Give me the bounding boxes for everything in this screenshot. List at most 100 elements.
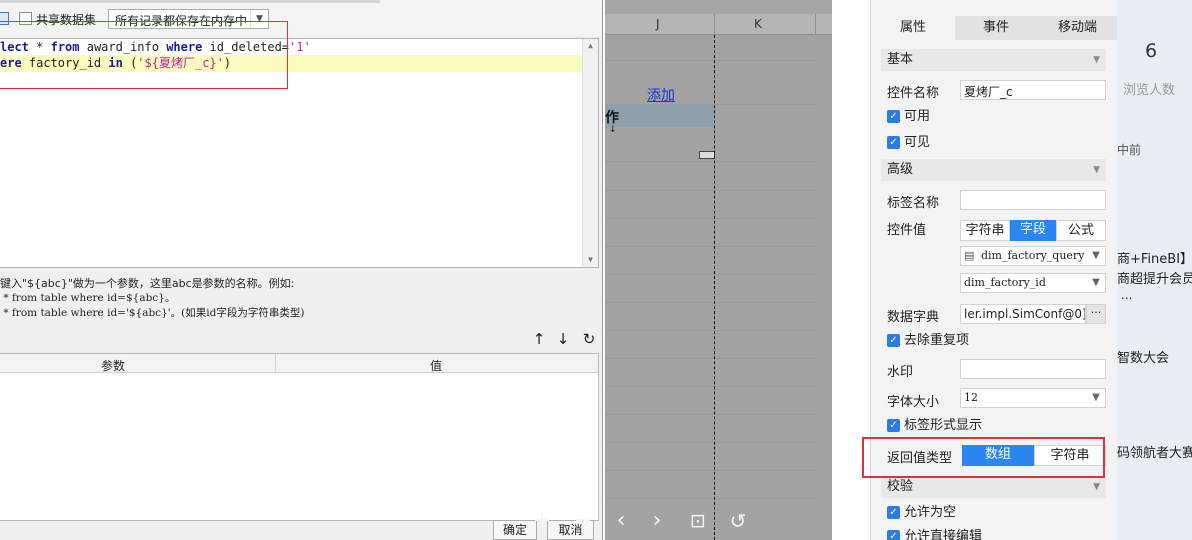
value-mode-field[interactable]: 字段 bbox=[1010, 220, 1056, 241]
check-icon: ✓ bbox=[887, 110, 900, 123]
row-divider bbox=[605, 470, 815, 471]
column-header-row: J K bbox=[605, 14, 832, 35]
chevron-down-icon: ▼ bbox=[1093, 482, 1100, 492]
page-break-line bbox=[714, 35, 715, 540]
dictionary-input[interactable]: ler.impl.SimConf@0]] bbox=[960, 304, 1086, 324]
highlight-box-return-type bbox=[862, 437, 1105, 478]
value-mode-formula[interactable]: 公式 bbox=[1056, 220, 1106, 241]
column-header-param: 参数 bbox=[101, 359, 126, 373]
cell-widget-icon[interactable] bbox=[699, 151, 715, 159]
column-separator bbox=[714, 14, 715, 35]
param-table: 参数 值 bbox=[0, 353, 599, 521]
tag-name-input[interactable] bbox=[960, 190, 1106, 210]
section-advanced-title: 高级 bbox=[887, 162, 914, 177]
chevron-down-icon: ▼ bbox=[1092, 250, 1100, 261]
zoom-out-icon[interactable]: − bbox=[571, 508, 595, 534]
sheet-gutter bbox=[832, 0, 860, 540]
scroll-down-icon[interactable]: ▼ bbox=[583, 253, 598, 267]
section-validate-title: 校验 bbox=[887, 479, 914, 494]
refresh-icon[interactable]: ↻ bbox=[580, 330, 598, 348]
row-divider bbox=[605, 161, 815, 162]
visible-label: 可见 bbox=[904, 135, 931, 150]
section-basic-title: 基本 bbox=[887, 52, 914, 67]
article-title[interactable]: 商超提升会员 bbox=[1117, 268, 1192, 287]
section-validate[interactable]: 校验 ▼ bbox=[881, 476, 1106, 498]
previous-icon[interactable]: ‹ bbox=[609, 508, 633, 534]
field-select[interactable]: dim_factory_id ▼ bbox=[960, 273, 1106, 293]
row-divider bbox=[605, 358, 815, 359]
row-divider bbox=[605, 414, 815, 415]
background-web-page: 6 浏览人数 中前 商+FineBI】 商超提升会员 ... 智数大会 码领航者… bbox=[1117, 0, 1192, 540]
section-basic[interactable]: 基本 ▼ bbox=[881, 49, 1106, 71]
hint-line: 键入"${abc}"做为一个参数，这里abc是参数的名称。例如: bbox=[0, 277, 295, 290]
control-name-input[interactable]: 夏烤厂_c bbox=[960, 80, 1106, 100]
article-title[interactable]: 智数大会 bbox=[1117, 347, 1169, 366]
tab-attributes[interactable]: 属性 bbox=[871, 16, 955, 40]
watermark-label: 水印 bbox=[887, 365, 914, 380]
allow-edit-label: 允许直接编辑 bbox=[904, 529, 983, 540]
check-icon: ✓ bbox=[887, 334, 900, 347]
column-divider[interactable] bbox=[275, 354, 276, 373]
tag-name-label: 标签名称 bbox=[887, 196, 940, 211]
check-icon: ✓ bbox=[887, 530, 900, 540]
scroll-up-icon[interactable]: ▲ bbox=[583, 39, 598, 53]
field-select-value: dim_factory_id bbox=[964, 276, 1046, 289]
chevron-down-icon: ▼ bbox=[1093, 55, 1100, 65]
view-count: 6 bbox=[1145, 40, 1158, 62]
font-size-select[interactable]: 12 ▼ bbox=[960, 388, 1106, 408]
dataset-select[interactable]: ▤ dim_factory_query ▼ bbox=[960, 246, 1106, 266]
row-divider bbox=[605, 218, 815, 219]
row-divider bbox=[605, 302, 815, 303]
article-ellipsis: ... bbox=[1121, 288, 1133, 302]
row-divider bbox=[605, 498, 815, 499]
check-icon: ✓ bbox=[887, 419, 900, 432]
font-size-label: 字体大小 bbox=[887, 395, 940, 410]
row-divider bbox=[605, 330, 815, 331]
sheet-top-strip bbox=[605, 0, 832, 14]
control-name-label: 控件名称 bbox=[887, 86, 940, 101]
section-advanced[interactable]: 高级 ▼ bbox=[881, 159, 1106, 181]
time-ago-text: 中前 bbox=[1117, 143, 1142, 157]
more-icon[interactable]: ··· bbox=[1086, 304, 1106, 324]
rotate-icon[interactable]: ↺ bbox=[726, 508, 750, 534]
allow-empty-label: 允许为空 bbox=[904, 505, 957, 520]
column-header-j[interactable]: J bbox=[656, 17, 660, 31]
sql-editor-scrollbar[interactable]: ▲ ▼ bbox=[582, 39, 598, 267]
panel-tabs: 属性 事件 移动端 bbox=[871, 16, 1117, 40]
next-icon[interactable]: › bbox=[645, 508, 669, 534]
add-link[interactable]: 添加 bbox=[647, 85, 675, 105]
sql-dataset-dialog: 共享数据集 所有记录都保存在内存中 ▼ lect * from award_in… bbox=[0, 0, 603, 540]
row-divider bbox=[605, 274, 815, 275]
check-icon: ✓ bbox=[887, 136, 900, 149]
column-header-value: 值 bbox=[430, 359, 443, 373]
hint-line: * from table where id='${abc}'。(如果id字段为字… bbox=[0, 307, 305, 319]
row-divider bbox=[605, 190, 815, 191]
param-table-header: 参数 值 bbox=[0, 354, 598, 373]
operation-cell[interactable] bbox=[605, 105, 714, 127]
watermark-input[interactable] bbox=[960, 359, 1106, 379]
parameter-hint: 键入"${abc}"做为一个参数，这里abc是参数的名称。例如: * from … bbox=[0, 276, 600, 321]
zoom-in-icon[interactable]: + bbox=[530, 508, 554, 534]
dataset-icon: ▤ bbox=[964, 249, 975, 262]
column-separator bbox=[815, 14, 816, 35]
hint-line: * from table where id=${abc}。 bbox=[0, 292, 176, 304]
tab-events[interactable]: 事件 bbox=[955, 16, 1037, 40]
check-icon: ✓ bbox=[887, 506, 900, 519]
chevron-down-icon: ▼ bbox=[1092, 392, 1100, 403]
param-toolbar: ↑ ↓ ↻ bbox=[530, 330, 600, 350]
fit-screen-icon[interactable]: ⊡ bbox=[686, 508, 710, 534]
article-title[interactable]: 码领航者大赛 bbox=[1117, 442, 1192, 461]
article-title[interactable]: 商+FineBI】 bbox=[1117, 248, 1192, 267]
row-divider bbox=[605, 246, 815, 247]
row-divider bbox=[605, 386, 815, 387]
tab-mobile[interactable]: 移动端 bbox=[1037, 16, 1117, 40]
arrow-down-icon[interactable]: ↓ bbox=[554, 330, 572, 348]
arrow-up-icon[interactable]: ↑ bbox=[530, 330, 548, 348]
value-mode-string[interactable]: 字符串 bbox=[960, 220, 1010, 241]
dataset-select-value: dim_factory_query bbox=[981, 249, 1085, 262]
report-sheet-canvas[interactable]: J K bbox=[605, 0, 832, 540]
highlight-box-sql bbox=[0, 21, 288, 89]
column-header-k[interactable]: K bbox=[754, 17, 762, 31]
chevron-down-icon: ▼ bbox=[1093, 165, 1100, 175]
chevron-down-icon: ▼ bbox=[1092, 277, 1100, 288]
